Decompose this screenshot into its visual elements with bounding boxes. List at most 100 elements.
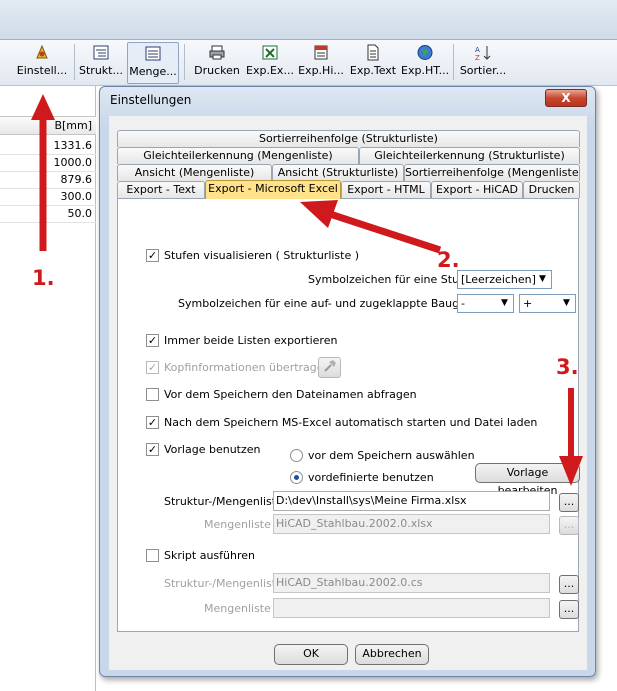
dialog-title: Einstellungen bbox=[110, 93, 192, 107]
annotation-arrow-1 bbox=[31, 94, 55, 251]
cancel-button[interactable]: Abbrechen bbox=[355, 644, 429, 665]
tab-export-text[interactable]: Export - Text bbox=[117, 181, 205, 198]
ms-excel-checkbox[interactable]: ✓ bbox=[146, 416, 159, 429]
ok-button[interactable]: OK bbox=[274, 644, 348, 665]
toolbar-structure-button[interactable]: Strukt... bbox=[78, 42, 124, 84]
toolbar-export-html-button[interactable]: Exp.HT... bbox=[401, 42, 449, 84]
grid-cell: 50.0 bbox=[67, 207, 93, 220]
toolbar-export-hicad-label: Exp.Hi... bbox=[298, 64, 344, 77]
skript-struktur-input: HiCAD_Stahlbau.2002.0.cs bbox=[273, 573, 550, 593]
tab-sort-structure[interactable]: Sortierreihenfolge (Strukturliste) bbox=[117, 130, 580, 147]
symbol-stufe-label: Symbolzeichen für eine Stufe : bbox=[308, 273, 477, 286]
kopfinfo-edit-button bbox=[318, 357, 341, 378]
dialog-close-button[interactable]: X bbox=[545, 89, 587, 107]
svg-text:A: A bbox=[475, 46, 480, 54]
ms-excel-label: Nach dem Speichern MS-Excel automatisch … bbox=[164, 416, 538, 429]
radio-vordefiniert-label: vordefinierte benutzen bbox=[308, 471, 434, 484]
annotation-arrow-2 bbox=[300, 200, 442, 254]
settings-dialog: Einstellungen X Sortierreihenfolge (Stru… bbox=[99, 86, 596, 677]
toolbar-separator bbox=[74, 44, 75, 80]
svg-text:Z: Z bbox=[475, 54, 480, 61]
grid-cell: 1000.0 bbox=[53, 156, 93, 169]
settings-icon bbox=[36, 44, 48, 59]
skript-struktur-browse-button[interactable]: ... bbox=[559, 575, 579, 594]
stufen-checkbox[interactable]: ✓ bbox=[146, 249, 159, 262]
symbol-collapse-value: - bbox=[461, 297, 465, 310]
skript-label: Skript ausführen bbox=[164, 549, 256, 562]
toolbar-quantity-button[interactable]: Menge... bbox=[127, 42, 179, 84]
vorlage-label: Vorlage benutzen bbox=[164, 443, 261, 456]
grid-cell: 1331.6 bbox=[53, 139, 93, 152]
dateinamen-label: Vor dem Speichern den Dateinamen abfrage… bbox=[164, 388, 417, 401]
vorlage-checkbox[interactable]: ✓ bbox=[146, 443, 159, 456]
mengenliste-browse-button: ... bbox=[559, 516, 579, 535]
skript-mengen-browse-button[interactable]: ... bbox=[559, 600, 579, 619]
annotation-number-1: 1. bbox=[32, 266, 55, 290]
symbol-expand-value: + bbox=[523, 297, 533, 310]
toolbar-export-hicad-button[interactable]: Exp.Hi... bbox=[297, 42, 345, 84]
structure-list-icon bbox=[93, 45, 109, 60]
tab-sort-quantity[interactable]: Sortierreihenfolge (Mengenliste) bbox=[404, 164, 580, 181]
symbol-stufe-select[interactable]: [Leerzeichen] ▼ bbox=[457, 270, 552, 289]
toolbar-settings-button[interactable]: Einstell... bbox=[14, 42, 70, 84]
text-file-icon bbox=[367, 44, 379, 61]
toolbar-sort-label: Sortier... bbox=[459, 64, 507, 77]
toolbar-export-excel-button[interactable]: Exp.Ex... bbox=[246, 42, 294, 84]
tab-view-quantity[interactable]: Ansicht (Mengenliste) bbox=[117, 164, 272, 181]
toolbar-export-html-label: Exp.HT... bbox=[401, 64, 450, 77]
chevron-down-icon: ▼ bbox=[539, 274, 546, 284]
skript-mengen-input bbox=[273, 598, 550, 618]
struktur-liste-browse-button[interactable]: ... bbox=[559, 493, 579, 512]
toolbar-print-label: Drucken bbox=[194, 64, 240, 77]
hammer-icon bbox=[323, 360, 336, 372]
struktur-liste-label: Struktur-/Mengenliste bbox=[164, 495, 283, 508]
printer-icon bbox=[209, 45, 225, 60]
toolbar-export-text-label: Exp.Text bbox=[349, 64, 397, 77]
globe-icon bbox=[417, 45, 433, 60]
dateinamen-checkbox[interactable] bbox=[146, 388, 159, 401]
chevron-down-icon: ▼ bbox=[563, 298, 570, 308]
grid-header-label: B[mm] bbox=[54, 119, 92, 132]
mengenliste-input: HiCAD_Stahlbau.2002.0.xlsx bbox=[273, 514, 550, 534]
toolbar-export-text-button[interactable]: Exp.Text bbox=[348, 42, 398, 84]
symbol-baugruppe-label: Symbolzeichen für eine auf- und zugeklap… bbox=[178, 297, 499, 310]
radio-vor-dem-speichern[interactable] bbox=[290, 449, 303, 462]
skript-checkbox[interactable] bbox=[146, 549, 159, 562]
sort-icon: AZ bbox=[475, 46, 491, 61]
skript-struktur-label: Struktur-/Mengenliste bbox=[164, 577, 283, 590]
toolbar-separator bbox=[184, 44, 185, 80]
annotation-number-2: 2. bbox=[437, 248, 460, 272]
symbol-expand-select[interactable]: + ▼ bbox=[519, 294, 576, 313]
chevron-down-icon: ▼ bbox=[501, 298, 508, 308]
tab-identical-parts-structure[interactable]: Gleichteilerkennung (Strukturliste) bbox=[359, 147, 580, 164]
toolbar-print-button[interactable]: Drucken bbox=[191, 42, 243, 84]
tab-identical-parts-quantity[interactable]: Gleichteilerkennung (Mengenliste) bbox=[117, 147, 359, 164]
beide-listen-checkbox[interactable]: ✓ bbox=[146, 334, 159, 347]
background-grid-right bbox=[596, 86, 617, 691]
toolbar-structure-label: Strukt... bbox=[79, 64, 123, 77]
window-title-strip bbox=[0, 0, 617, 40]
radio-vor-dem-speichern-label: vor dem Speichern auswählen bbox=[308, 449, 475, 462]
annotation-arrow-3 bbox=[559, 388, 583, 486]
excel-icon bbox=[262, 45, 278, 60]
toolbar-export-excel-label: Exp.Ex... bbox=[246, 64, 294, 77]
hicad-icon bbox=[314, 45, 328, 60]
grid-cell: 879.6 bbox=[60, 173, 93, 186]
close-icon: X bbox=[561, 91, 571, 105]
beide-listen-label: Immer beide Listen exportieren bbox=[164, 334, 338, 347]
toolbar-quantity-label: Menge... bbox=[129, 65, 177, 78]
kopfinfo-label: Kopfinformationen übertragen bbox=[164, 361, 331, 374]
toolbar-settings-label: Einstell... bbox=[16, 64, 68, 77]
mengenliste-label: Mengenliste : bbox=[204, 518, 279, 531]
symbol-collapse-select[interactable]: - ▼ bbox=[457, 294, 514, 313]
radio-vordefiniert[interactable] bbox=[290, 471, 303, 484]
symbol-stufe-value: [Leerzeichen] bbox=[461, 273, 536, 286]
toolbar-sort-button[interactable]: AZ Sortier... bbox=[458, 42, 508, 84]
tab-view-structure[interactable]: Ansicht (Strukturliste) bbox=[272, 164, 404, 181]
struktur-liste-input[interactable]: D:\dev\Install\sys\Meine Firma.xlsx bbox=[273, 491, 550, 511]
quantity-list-icon bbox=[145, 46, 161, 61]
toolbar-separator bbox=[453, 44, 454, 80]
tab-export-excel[interactable]: Export - Microsoft Excel bbox=[205, 180, 341, 199]
tab-print[interactable]: Drucken bbox=[523, 181, 580, 198]
kopfinfo-checkbox: ✓ bbox=[146, 361, 159, 374]
